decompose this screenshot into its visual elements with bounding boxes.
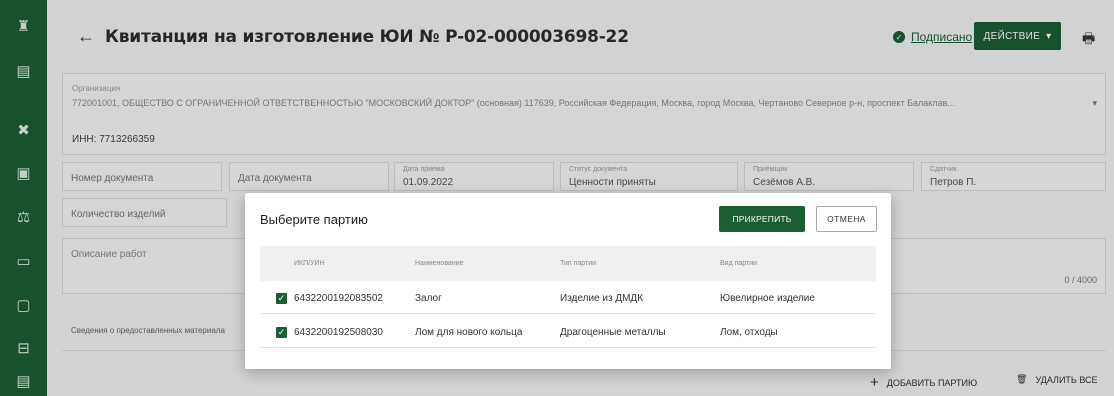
row-type: Драгоценные металлы	[560, 327, 666, 338]
row-checkbox[interactable]: ✓	[276, 293, 287, 304]
select-batch-dialog: Выберите партию ПРИКРЕПИТЬ ОТМЕНА ИКП/УИ…	[245, 193, 891, 369]
column-header-kind[interactable]: Вид партии	[720, 260, 757, 267]
row-name: Залог	[415, 293, 442, 304]
row-checkbox[interactable]: ✓	[276, 327, 287, 338]
table-header: ИКП/УИН Наименование Тип партии Вид парт…	[260, 246, 876, 281]
column-header-id[interactable]: ИКП/УИН	[294, 260, 325, 267]
attach-button[interactable]: ПРИКРЕПИТЬ	[719, 206, 805, 232]
row-id: 6432200192508030	[294, 327, 383, 338]
row-id: 6432200192083502	[294, 293, 383, 304]
row-name: Лом для нового кольца	[415, 327, 523, 338]
row-type: Изделие из ДМДК	[560, 293, 644, 304]
table-row[interactable]: ✓ 6432200192083502 Залог Изделие из ДМДК…	[260, 283, 876, 314]
column-header-type[interactable]: Тип партии	[560, 260, 596, 267]
row-kind: Ювелирное изделие	[720, 293, 815, 304]
column-header-name[interactable]: Наименование	[415, 260, 464, 267]
cancel-button[interactable]: ОТМЕНА	[816, 206, 877, 232]
row-kind: Лом, отходы	[720, 327, 778, 338]
dialog-title: Выберите партию	[260, 212, 368, 227]
table-row[interactable]: ✓ 6432200192508030 Лом для нового кольца…	[260, 317, 876, 348]
